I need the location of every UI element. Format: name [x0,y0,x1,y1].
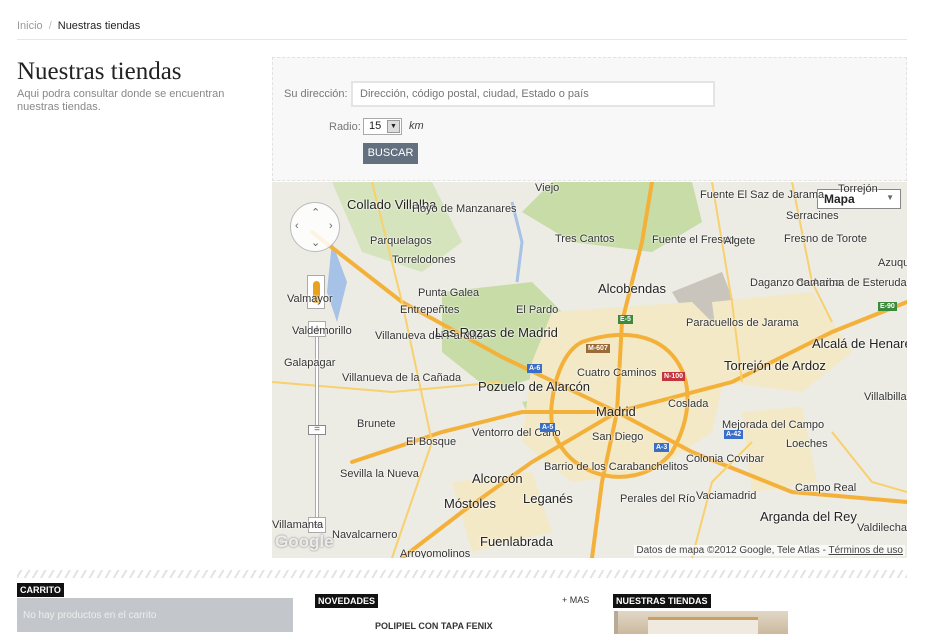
page-title: Nuestras tiendas [17,58,182,85]
breadcrumb-home-link[interactable]: Inicio [17,20,43,32]
google-logo[interactable]: Google [275,532,334,552]
map-place-label: Barrio de los Carabanchelitos [544,461,689,473]
terms-of-use-link[interactable]: Términos de uso [829,545,903,556]
breadcrumb: Inicio / Nuestras tiendas [17,20,140,32]
map-place-label: Galapagar [284,357,336,369]
address-input[interactable] [351,81,715,107]
road-shield: A-42 [724,430,744,439]
map-place-label: Loeches [786,438,828,450]
map-place-label: Perales del Río [620,493,696,505]
map-place-label: Navalcarnero [332,529,398,541]
map-place-label: Arganda del Rey [760,509,857,524]
map-place-label: Torrejón [838,183,878,195]
breadcrumb-separator: / [48,20,52,32]
pan-control[interactable]: ⌃ ⌄ ‹ › [290,202,340,252]
cart-empty-text: No hay productos en el carrito [23,610,157,621]
map-place-label: Las Rozas de Madrid [435,325,558,340]
more-link[interactable]: + MAS [562,595,589,605]
zoom-slider-thumb[interactable]: = [308,425,326,435]
product-link[interactable]: POLIPIEL CON TAPA FENIX [375,621,493,631]
map-place-label: El Pardo [516,304,559,316]
map-place-label: Alcalá de Henares [812,336,907,351]
map-place-label: Fresno de Torote [784,233,867,245]
map-place-label: Arroyomolinos [400,548,471,558]
map-place-label: Cuatro Caminos [577,367,657,379]
map-place-label: Camarma de Esterudas [796,277,907,289]
road-shield: M-607 [586,344,610,353]
map-place-label: Colonia Covibar [686,453,765,465]
map-place-label: Parquelagos [370,235,432,247]
top-divider [17,39,907,40]
map-place-label: El Bosque [406,436,457,448]
store-image[interactable] [614,611,788,634]
road-shield: E-5 [618,315,633,324]
map-place-label: Vaciamadrid [696,490,757,502]
map-place-label: Valdilecha [857,522,907,534]
map-place-label: Alcobendas [598,281,666,296]
map-place-label: Villanueva de la Cañada [342,372,462,384]
map-place-label: Entrepeñtes [400,304,460,316]
cart-empty-box: No hay productos en el carrito [17,598,293,632]
store-search-panel: Su dirección: Radio: 15 ▼ km BUSCAR [272,57,907,181]
map-place-label: Torrelodones [392,254,456,266]
road-shield: N-100 [662,372,686,381]
pan-down-icon[interactable]: ⌄ [311,236,320,249]
map-place-label: Leganés [523,491,573,506]
footer-divider [17,570,907,578]
map-place-label: Hoyo de Manzanares [412,203,517,215]
road-shield: A-5 [540,423,556,432]
radius-label: Radio: [329,121,361,133]
map-place-label: Azuqueca de Henares [878,257,907,269]
cart-heading: CARRITO [17,583,64,597]
map-place-label: Torrejón de Ardoz [724,358,826,373]
road-shield: A-3 [654,443,670,452]
address-label: Su dirección: [284,88,348,100]
map-place-label: Sevilla la Nueva [340,468,419,480]
map-place-label: Campo Real [795,482,857,494]
map-place-label: Fuente El Saz de Jarama [700,189,825,201]
map-place-label: Algete [724,235,756,247]
radius-unit: km [409,120,424,132]
map-place-label: Fuente el Fresno [652,234,736,246]
map-place-label: Paracuellos de Jarama [686,317,799,329]
radius-select[interactable]: 15 ▼ [363,118,402,135]
stores-heading: NUESTRAS TIENDAS [613,594,711,608]
map-place-label: Coslada [668,398,709,410]
news-heading: NOVEDADES [315,594,379,608]
map-place-label: Brunete [357,418,396,430]
road-shield: A-6 [527,364,543,373]
map-attribution: Datos de mapa ©2012 Google, Tele Atlas -… [634,545,905,556]
map-place-label: Pozuelo de Alarcón [478,379,591,394]
map-place-label: Fuenlabrada [480,534,553,549]
map-place-label: Madrid [596,404,636,419]
breadcrumb-current: Nuestras tiendas [57,20,141,32]
pan-right-icon[interactable]: › [329,220,333,232]
map-place-label: Móstoles [444,496,497,511]
attribution-text: Datos de mapa ©2012 Google, Tele Atlas - [636,545,826,556]
map-place-label: Valdemorillo [292,325,352,337]
map-place-label: Tres Cantos [555,233,615,245]
search-button[interactable]: BUSCAR [363,143,418,164]
map-place-label: Viejo [535,182,560,194]
page-subtitle: Aqui podra consultar donde se encuentran… [17,88,225,113]
map-place-label: Serracines [786,210,839,222]
road-shield: E-90 [878,302,897,311]
store-map[interactable]: Mapa ▼ ⌃ ⌄ ‹ › + = − Viejo Fuente El Saz… [272,182,907,558]
pan-up-icon[interactable]: ⌃ [311,206,320,219]
map-place-label: San Diego [592,431,644,443]
map-place-label: Villamanta [272,519,324,531]
pan-left-icon[interactable]: ‹ [295,220,299,232]
chevron-down-icon: ▼ [886,193,894,202]
map-place-label: Villalbilla [864,391,907,403]
map-place-label: Alcorcón [472,471,523,486]
map-place-label: Punta Galea [418,287,480,299]
map-place-label: Valmayor [287,293,333,305]
radius-value: 15 [369,120,382,132]
chevron-down-icon[interactable]: ▼ [387,120,400,133]
